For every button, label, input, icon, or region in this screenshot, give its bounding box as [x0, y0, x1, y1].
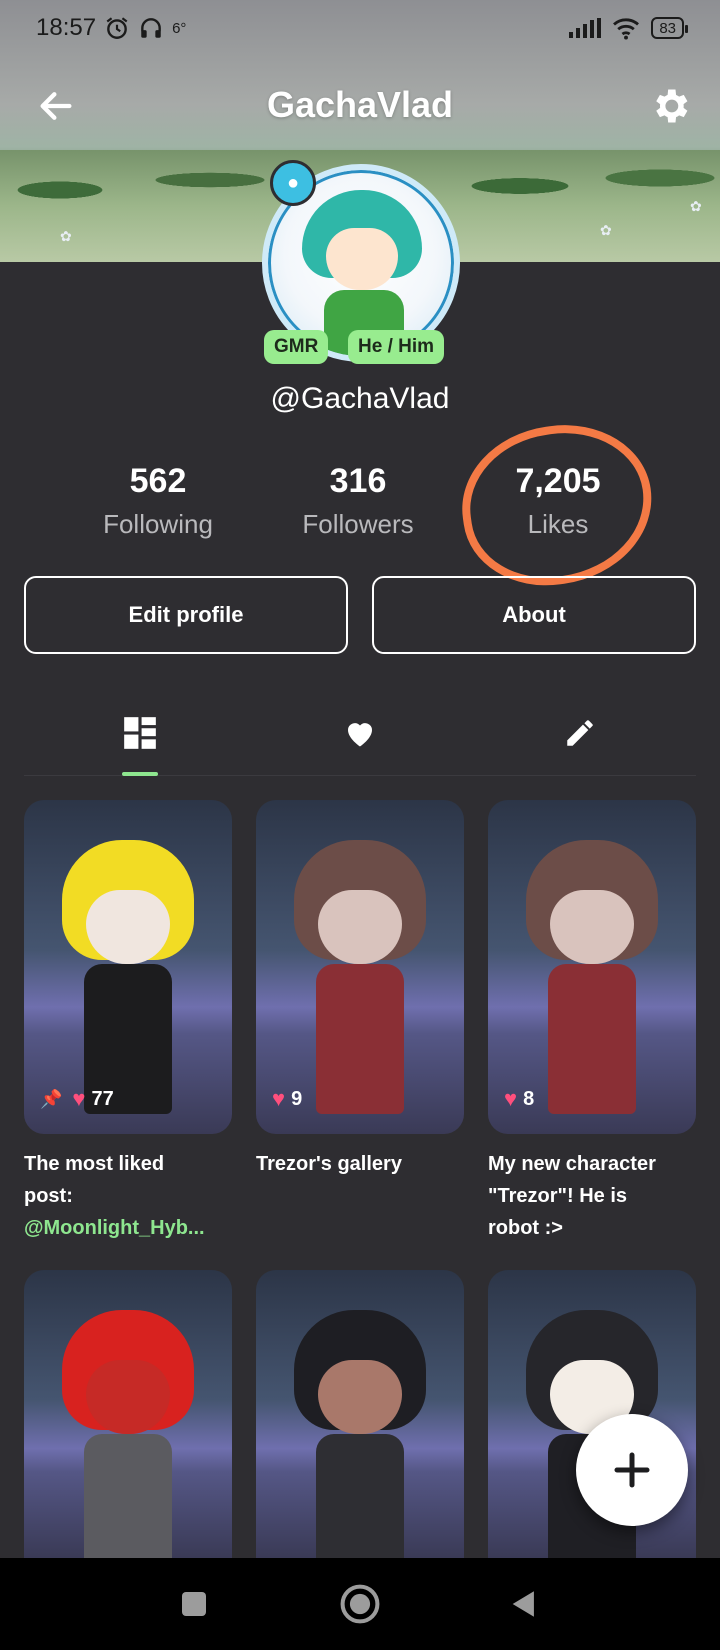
alarm-icon [106, 17, 128, 39]
back-button[interactable] [36, 86, 76, 126]
post-like-count: 77 [91, 1087, 114, 1110]
heart-icon: ♥ [72, 1086, 86, 1111]
pin-icon: 📌 [40, 1088, 63, 1109]
status-time: 18:57 [36, 14, 97, 41]
profile-handle: @GachaVlad [270, 382, 450, 415]
status-bar: 18:57 6° 83 [0, 0, 720, 56]
post-card[interactable]: ♥ 8 [488, 800, 696, 1134]
active-tab-indicator [122, 772, 158, 776]
back-nav-button[interactable] [500, 1580, 548, 1628]
post-card[interactable] [256, 1270, 464, 1558]
stat-following[interactable]: 562 Following [58, 462, 258, 540]
status-temperature: 6° [172, 19, 187, 37]
post-card[interactable]: ♥ 9 [256, 800, 464, 1134]
badge-gmr: GMR [264, 330, 329, 364]
system-nav-bar [0, 1558, 720, 1650]
plus-icon [614, 1452, 650, 1488]
heart-icon [348, 723, 372, 747]
arrow-left-icon [40, 92, 72, 120]
wifi-icon [613, 18, 640, 40]
badge-pronouns: He / Him [348, 330, 445, 364]
battery-indicator: 83 [651, 17, 688, 39]
edit-profile-button[interactable]: Edit profile [24, 576, 348, 654]
post-card[interactable]: 📌 ♥ 77 [24, 800, 232, 1134]
highlight-annotation [451, 413, 663, 597]
pencil-icon [567, 720, 593, 746]
avatar-accessory-icon: ● [270, 160, 316, 206]
heart-icon: ♥ [504, 1086, 518, 1111]
tab-drafts[interactable] [550, 690, 610, 776]
tab-posts[interactable] [110, 690, 170, 776]
stat-followers[interactable]: 316 Followers [258, 462, 458, 540]
mention-link[interactable]: @Moonlight_Hyb... [24, 1212, 234, 1244]
create-post-button[interactable] [576, 1414, 688, 1526]
top-bar: GachaVlad [0, 72, 720, 138]
post-like-count: 8 [523, 1087, 535, 1110]
triangle-back-icon [512, 1591, 534, 1617]
home-button[interactable] [336, 1580, 384, 1628]
gear-icon [656, 89, 688, 123]
square-icon [182, 1592, 206, 1616]
post-caption: The most liked post: @Moonlight_Hyb... [24, 1148, 234, 1244]
post-caption: My new character "Trezor"! He is robot :… [488, 1153, 656, 1239]
post-like-count: 9 [291, 1087, 303, 1110]
recents-button[interactable] [170, 1580, 218, 1628]
page-title: GachaVlad [266, 84, 454, 125]
grid-icon [124, 717, 156, 749]
signal-icon [569, 18, 602, 38]
heart-icon: ♥ [272, 1086, 286, 1111]
tab-liked[interactable] [330, 690, 390, 776]
profile-tabs [24, 690, 696, 776]
post-card[interactable] [24, 1270, 232, 1558]
post-caption: Trezor's gallery [256, 1153, 402, 1175]
headphones-icon [141, 18, 161, 38]
about-button[interactable]: About [372, 576, 696, 654]
circle-icon [340, 1584, 380, 1624]
settings-button[interactable] [648, 84, 692, 128]
